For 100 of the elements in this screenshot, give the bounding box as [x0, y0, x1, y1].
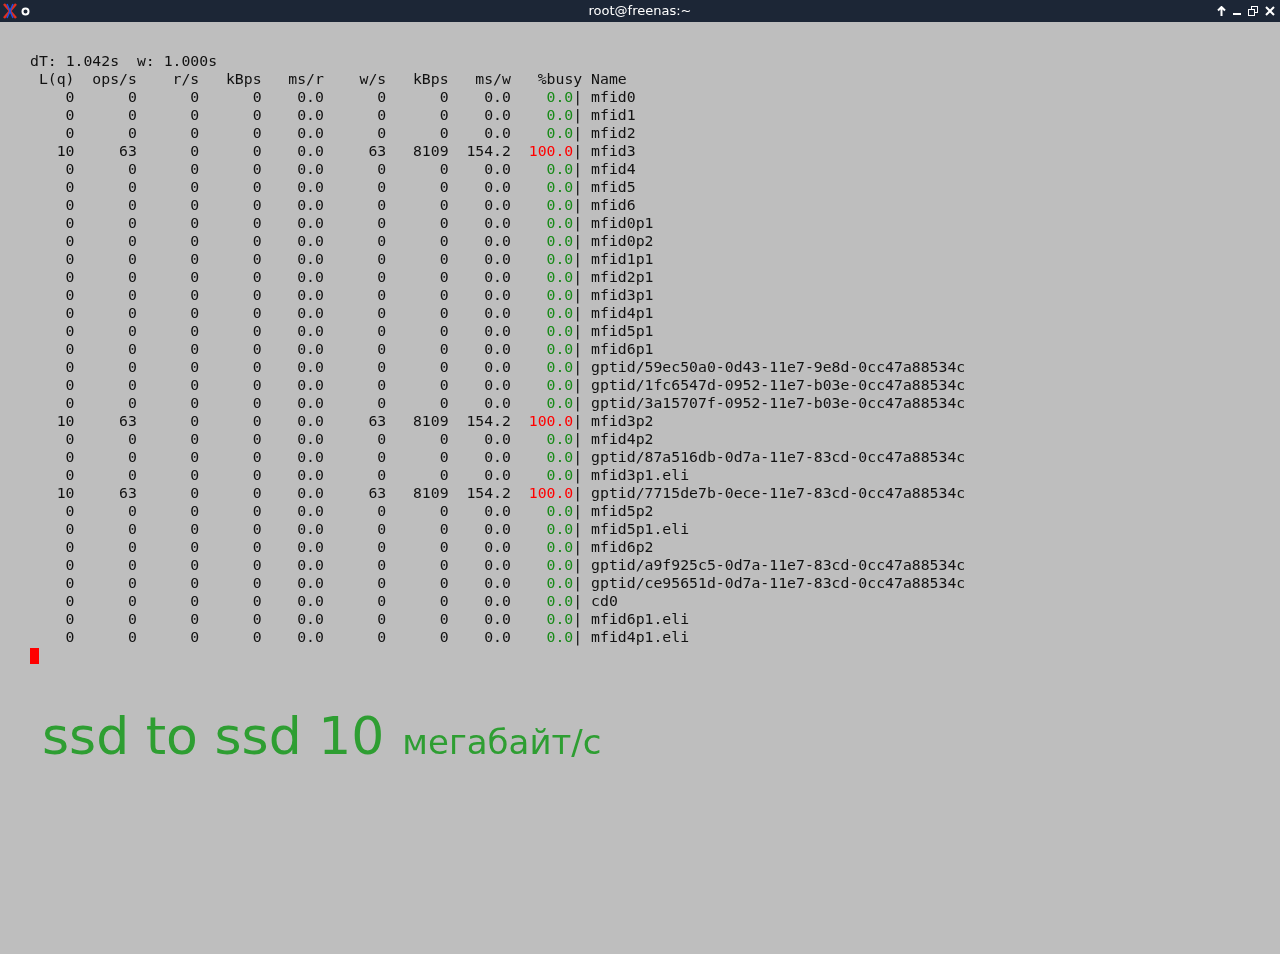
- table-cell-text: 0: [64, 106, 75, 124]
- table-cell-text: 0: [376, 592, 387, 610]
- device-name: mfid3p1.eli: [591, 466, 690, 484]
- busy-value: 0.0: [545, 250, 574, 268]
- table-cell-text: 0: [64, 592, 75, 610]
- up-arrow-icon[interactable]: [1217, 6, 1226, 16]
- table-cell-text: 0: [126, 358, 137, 376]
- table-cell-text: 0: [189, 232, 200, 250]
- separator-text: |: [573, 358, 583, 376]
- table-cell-text: 0: [251, 538, 262, 556]
- device-name: mfid2p1: [591, 268, 654, 286]
- table-cell-text: 0: [251, 214, 262, 232]
- table-cell-text: 0: [376, 286, 387, 304]
- table-cell-text: 0: [64, 160, 75, 178]
- table-cell-text: 0.0: [296, 538, 324, 556]
- table-cell-text: 0: [126, 502, 137, 520]
- table-cell-text: 0: [126, 268, 137, 286]
- table-cell-text: 0: [251, 574, 262, 592]
- separator-text: |: [573, 196, 583, 214]
- separator-text: |: [573, 430, 583, 448]
- separator-text: |: [573, 322, 583, 340]
- table-cell-text: 0: [126, 376, 137, 394]
- table-cell-text: 0: [189, 124, 200, 142]
- table-cell-text: 0: [126, 304, 137, 322]
- table-cell-text: 63: [367, 142, 387, 160]
- table-cell-text: 0: [438, 124, 449, 142]
- table-cell-text: 0: [126, 250, 137, 268]
- table-cell-text: 0: [64, 376, 75, 394]
- table-cell-text: 0: [64, 178, 75, 196]
- device-name: mfid5p1.eli: [591, 520, 690, 538]
- device-name: mfid6p2: [591, 538, 654, 556]
- table-cell-text: 0: [126, 88, 137, 106]
- table-cell-text: 154.2: [465, 412, 511, 430]
- summary-text: w: 1.000s: [136, 52, 218, 70]
- table-cell-text: 0: [438, 106, 449, 124]
- table-cell-text: 0.0: [296, 340, 324, 358]
- busy-value: 0.0: [545, 466, 574, 484]
- table-cell-text: 0: [64, 232, 75, 250]
- table-cell-text: 0: [438, 520, 449, 538]
- table-cell-text: 0: [376, 106, 387, 124]
- table-cell-text: 0: [64, 340, 75, 358]
- table-cell-text: 0: [64, 394, 75, 412]
- table-cell-text: 0: [376, 340, 387, 358]
- device-name: mfid5p2: [591, 502, 654, 520]
- busy-value: 0.0: [545, 538, 574, 556]
- table-cell-text: 63: [367, 484, 387, 502]
- table-cell-text: 0: [251, 286, 262, 304]
- table-cell-text: 0.0: [296, 430, 324, 448]
- table-cell-text: 0.0: [296, 574, 324, 592]
- device-name: gptid/ce95651d-0d7a-11e7-83cd-0cc47a88534c: [591, 574, 966, 592]
- table-cell-text: 0: [64, 358, 75, 376]
- close-icon[interactable]: [1265, 6, 1275, 16]
- table-cell-text: 0: [438, 466, 449, 484]
- circle-icon[interactable]: [21, 6, 30, 16]
- table-cell-text: 0: [251, 160, 262, 178]
- table-cell-text: 0: [189, 142, 200, 160]
- table-cell-text: 0.0: [483, 250, 511, 268]
- table-cell-text: 0.0: [296, 268, 324, 286]
- table-cell-text: 0.0: [483, 124, 511, 142]
- table-cell-text: 0: [376, 178, 387, 196]
- table-cell-text: 0: [126, 124, 137, 142]
- restore-icon[interactable]: [1248, 6, 1258, 16]
- busy-value: 0.0: [545, 376, 574, 394]
- table-cell-text: 0: [126, 286, 137, 304]
- separator-text: |: [573, 124, 583, 142]
- table-cell-text: 0.0: [483, 304, 511, 322]
- separator-text: |: [573, 142, 583, 160]
- table-cell-text: 0: [376, 466, 387, 484]
- table-cell-text: 0.0: [296, 610, 324, 628]
- separator-text: |: [573, 340, 583, 358]
- device-name: gptid/3a15707f-0952-11e7-b03e-0cc47a88534c: [591, 394, 966, 412]
- separator-text: |: [573, 466, 583, 484]
- table-cell-text: 0: [376, 556, 387, 574]
- table-cell-text: 0.0: [296, 322, 324, 340]
- table-cell-text: 0.0: [296, 592, 324, 610]
- table-cell-text: 0: [189, 340, 200, 358]
- device-name: gptid/7715de7b-0ece-11e7-83cd-0cc47a88534c: [591, 484, 966, 502]
- table-cell-text: 0: [64, 574, 75, 592]
- table-cell-text: 0: [189, 106, 200, 124]
- table-cell-text: 0: [438, 376, 449, 394]
- separator-text: |: [573, 268, 583, 286]
- table-cell-text: 0: [189, 448, 200, 466]
- table-cell-text: 0: [376, 124, 387, 142]
- table-cell-text: 0: [438, 268, 449, 286]
- table-cell-text: 0: [376, 502, 387, 520]
- table-cell-text: 0.0: [296, 88, 324, 106]
- table-cell-text: 0: [64, 430, 75, 448]
- table-cell-text: 0: [438, 628, 449, 646]
- table-cell-text: 0.0: [296, 196, 324, 214]
- column-header: r/s: [171, 70, 200, 88]
- table-cell-text: 0: [438, 160, 449, 178]
- table-cell-text: 0: [251, 196, 262, 214]
- separator-text: |: [573, 574, 583, 592]
- table-cell-text: 10: [55, 484, 75, 502]
- table-cell-text: 0: [376, 214, 387, 232]
- table-cell-text: 0.0: [296, 502, 324, 520]
- table-cell-text: 0: [438, 556, 449, 574]
- separator-text: |: [573, 160, 583, 178]
- table-cell-text: 0: [126, 574, 137, 592]
- column-header: w/s: [358, 70, 387, 88]
